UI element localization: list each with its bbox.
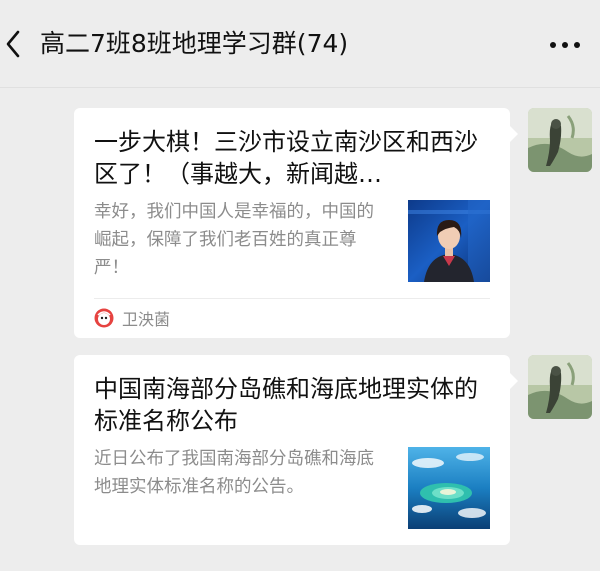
source-logo-icon <box>94 308 114 328</box>
avatar[interactable] <box>528 355 592 419</box>
ellipsis-icon <box>550 42 580 48</box>
card-divider <box>94 298 490 299</box>
source-name: 卫泱菌 <box>122 310 171 329</box>
card-title: 中国南海部分岛礁和海底地理实体的标准名称公布 <box>94 375 478 435</box>
avatar[interactable] <box>528 108 592 172</box>
chevron-left-icon <box>6 30 20 58</box>
chat-title: 高二7班8班地理学习群(74) <box>40 29 349 58</box>
bubble-tail <box>510 126 518 142</box>
news-anchor-thumbnail <box>408 200 490 282</box>
card-description: 近日公布了我国南海部分岛礁和海底地理实体标准名称的公告。 <box>94 449 374 497</box>
bubble-tail <box>510 373 518 389</box>
more-button[interactable] <box>548 28 582 62</box>
link-card[interactable]: 一步大棋！三沙市设立南沙区和西沙区了！（事越大，新闻越… 幸好，我们中国人是幸福… <box>74 108 518 338</box>
island-satellite-thumbnail <box>408 447 490 529</box>
back-button[interactable] <box>0 22 26 66</box>
card-source: 卫泱菌 <box>94 306 170 330</box>
card-description: 幸好，我们中国人是幸福的，中国的崛起，保障了我们老百姓的真正尊严！ <box>94 202 374 278</box>
card-title: 一步大棋！三沙市设立南沙区和西沙区了！（事越大，新闻越… <box>94 128 478 188</box>
chat-header: 高二7班8班地理学习群(74) <box>0 0 600 88</box>
link-card[interactable]: 中国南海部分岛礁和海底地理实体的标准名称公布 近日公布了我国南海部分岛礁和海底地… <box>74 355 518 545</box>
